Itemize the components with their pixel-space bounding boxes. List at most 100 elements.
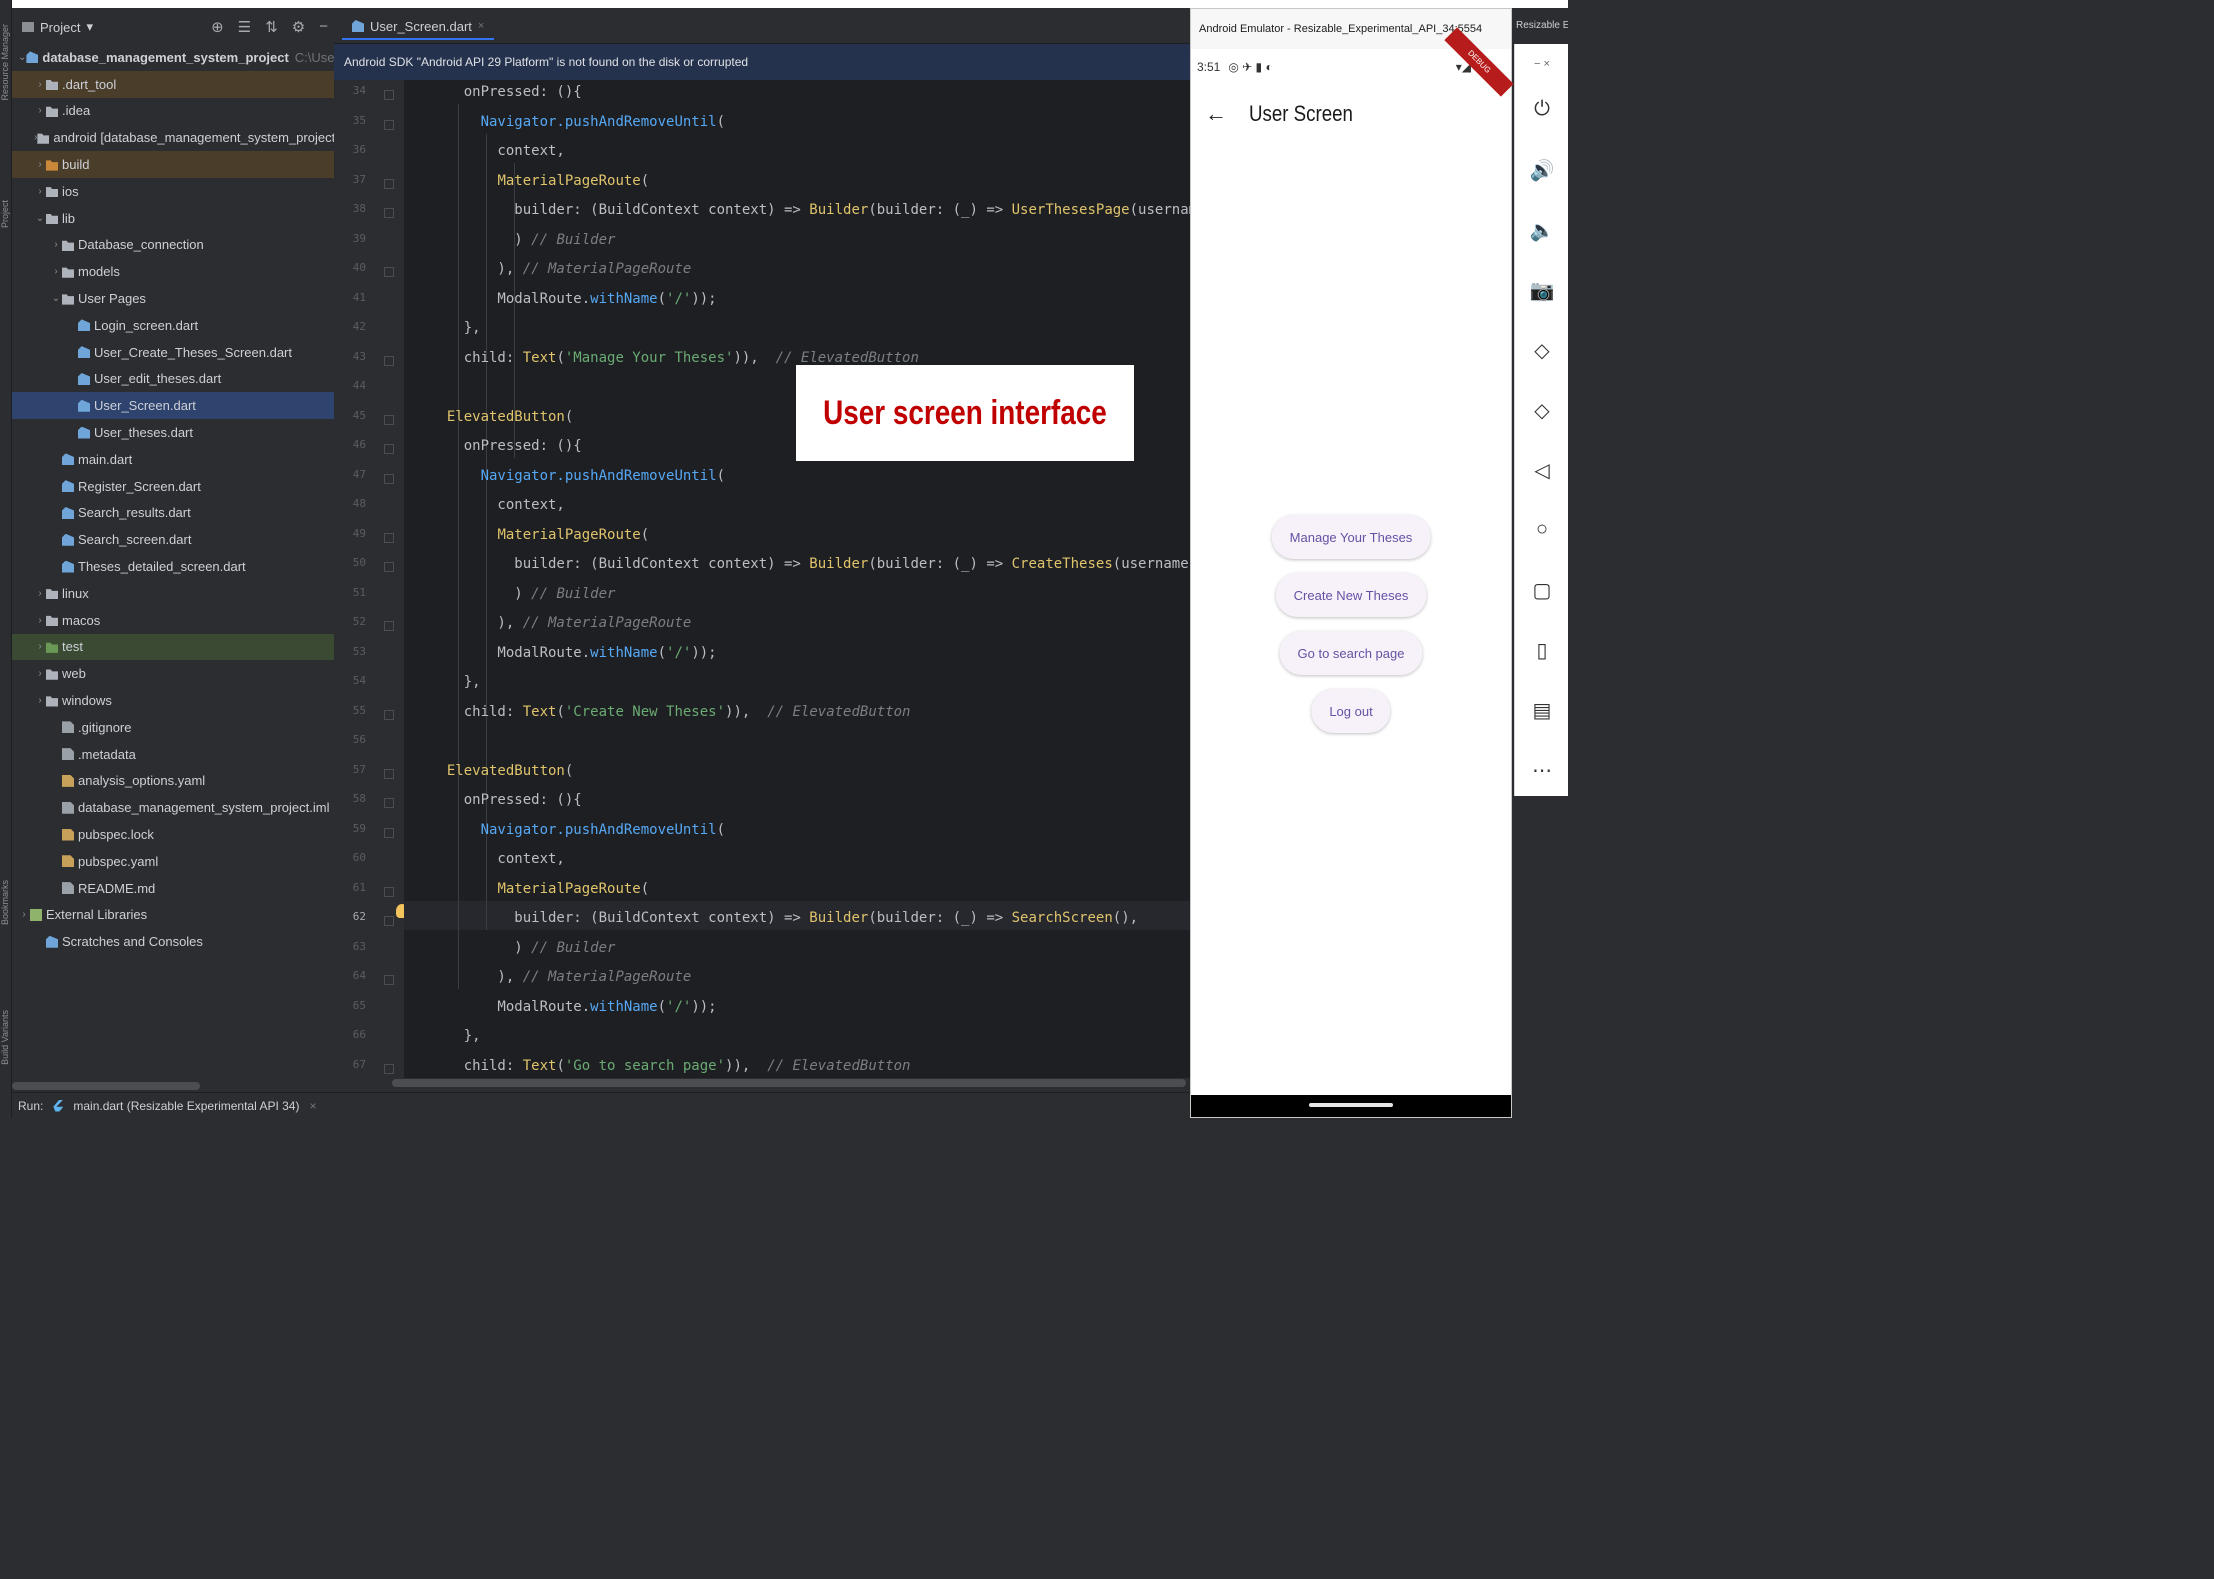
tree-item[interactable]: User_Screen.dart — [12, 392, 334, 420]
locate-file-icon[interactable]: ⊕ — [211, 18, 224, 36]
chevron-right-icon[interactable]: › — [50, 239, 62, 250]
chevron-right-icon[interactable]: › — [34, 159, 46, 170]
fold-marker-icon[interactable] — [384, 414, 394, 425]
tree-item[interactable]: analysis_options.yaml — [12, 768, 334, 795]
create-new-theses-button[interactable]: Create New Theses — [1275, 573, 1427, 617]
collapse-all-icon[interactable]: ⇅ — [265, 18, 278, 36]
tree-item[interactable]: › web — [12, 660, 334, 687]
code-editor[interactable]: onPressed: (){ Navigator.pushAndRemoveUn… — [404, 80, 1190, 1080]
manage-your-theses-button[interactable]: Manage Your Theses — [1271, 515, 1431, 559]
fold-marker-icon[interactable] — [384, 473, 394, 484]
fold-marker-icon[interactable] — [384, 119, 394, 130]
fold-marker-icon[interactable] — [384, 975, 394, 985]
tab-user-screen-dart[interactable]: User_Screen.dart × — [342, 14, 495, 40]
fold-marker-icon[interactable] — [384, 208, 394, 218]
chevron-right-icon[interactable]: › — [50, 266, 62, 277]
tree-item[interactable]: Search_screen.dart — [12, 526, 334, 553]
chevron-down-icon[interactable]: ⌄ — [34, 213, 46, 224]
bookmarks-tool[interactable]: Bookmarks — [0, 880, 12, 925]
run-close-icon[interactable]: × — [309, 1099, 316, 1113]
fold-marker-icon[interactable] — [384, 768, 394, 779]
settings-gear-icon[interactable]: ⚙ — [292, 18, 305, 36]
chevron-right-icon[interactable]: › — [34, 641, 46, 652]
chevron-right-icon[interactable]: › — [18, 909, 30, 920]
more-icon[interactable]: ⋯ — [1515, 758, 1569, 783]
chevron-right-icon[interactable]: › — [34, 79, 46, 90]
tree-item[interactable]: Login_screen.dart — [12, 312, 334, 339]
power-icon[interactable]: ⏻ — [1515, 98, 1569, 121]
go-to-search-page-button[interactable]: Go to search page — [1279, 631, 1423, 675]
tree-item[interactable]: .gitignore — [12, 714, 334, 741]
tree-item[interactable]: database_management_system_project.iml — [12, 794, 334, 821]
resource-manager-tool[interactable]: Resource Manager — [0, 24, 12, 101]
scrollbar-thumb[interactable] — [392, 1079, 1186, 1087]
chevron-right-icon[interactable]: › — [34, 695, 46, 706]
chevron-right-icon[interactable]: › — [34, 132, 37, 143]
tree-item[interactable]: main.dart — [12, 446, 334, 473]
tree-item[interactable]: › android [database_management_system_pro… — [12, 124, 334, 151]
fold-marker-icon[interactable] — [384, 178, 394, 189]
tree-item[interactable]: › ios — [12, 178, 334, 205]
tree-item[interactable]: › test — [12, 633, 334, 661]
chevron-right-icon[interactable]: › — [34, 588, 46, 599]
project-view-label[interactable]: Project — [40, 20, 80, 35]
fold-marker-icon[interactable] — [384, 444, 394, 454]
tree-item[interactable]: User_edit_theses.dart — [12, 366, 334, 393]
back-icon[interactable]: ◁ — [1515, 458, 1569, 483]
chevron-right-icon[interactable]: › — [34, 186, 46, 197]
fold-marker-icon[interactable] — [384, 798, 394, 808]
fold-marker-icon[interactable] — [384, 621, 394, 631]
tree-item[interactable]: › linux — [12, 580, 334, 607]
window-controls[interactable]: − × — [1515, 58, 1569, 70]
tree-item[interactable]: pubspec.yaml — [12, 848, 334, 875]
tree-item[interactable]: Theses_detailed_screen.dart — [12, 553, 334, 580]
tree-item[interactable]: › .dart_tool — [12, 70, 334, 98]
tree-item[interactable]: › models — [12, 258, 334, 285]
rotate-right-icon[interactable]: ◇ — [1515, 398, 1569, 423]
volume-up-icon[interactable]: 🔊 — [1515, 158, 1569, 183]
tree-item[interactable]: ⌄ database_management_system_project C:\Us… — [12, 44, 334, 71]
fold-marker-icon[interactable] — [384, 90, 394, 100]
rotate-left-icon[interactable]: ◇ — [1515, 338, 1569, 363]
hide-panel-icon[interactable]: − — [319, 18, 328, 36]
chevron-right-icon[interactable]: › — [34, 105, 46, 116]
tree-item[interactable]: User_theses.dart — [12, 419, 334, 446]
chevron-down-icon[interactable]: ⌄ — [50, 293, 62, 304]
expand-all-icon[interactable]: ☰ — [238, 18, 251, 36]
chevron-right-icon[interactable]: › — [34, 615, 46, 626]
tree-item[interactable]: › Database_connection — [12, 232, 334, 259]
fold-marker-icon[interactable] — [384, 827, 394, 838]
tree-item[interactable]: › build — [12, 151, 334, 178]
tree-item[interactable]: › macos — [12, 607, 334, 634]
tree-item[interactable]: User_Create_Theses_Screen.dart — [12, 339, 334, 366]
project-horizontal-scrollbar[interactable] — [12, 1082, 200, 1090]
volume-down-icon[interactable]: 🔈 — [1515, 218, 1569, 243]
tree-item[interactable]: Register_Screen.dart — [12, 473, 334, 500]
tree-item[interactable]: pubspec.lock — [12, 821, 334, 848]
log-out-button[interactable]: Log out — [1311, 689, 1391, 733]
fold-marker-icon[interactable] — [384, 709, 394, 720]
fold-marker-icon[interactable] — [384, 562, 394, 572]
fold-marker-icon[interactable] — [384, 916, 394, 926]
device-icon[interactable]: ▯ — [1515, 638, 1569, 663]
tree-item[interactable]: › windows — [12, 687, 334, 714]
fold-icon[interactable]: ▤ — [1515, 698, 1569, 723]
back-arrow-icon[interactable]: ← — [1205, 101, 1227, 127]
fold-marker-icon[interactable] — [384, 886, 394, 897]
tree-item[interactable]: › External Libraries — [12, 902, 334, 929]
project-tool[interactable]: Project — [0, 200, 12, 228]
tab-close-icon[interactable]: × — [478, 20, 484, 32]
tree-item[interactable]: ⌄ User Pages — [12, 285, 334, 312]
tree-item[interactable]: Scratches and Consoles — [12, 928, 334, 955]
tree-item[interactable]: › .idea — [12, 98, 334, 125]
fold-marker-icon[interactable] — [384, 1063, 394, 1074]
fold-marker-icon[interactable] — [384, 532, 394, 543]
fold-marker-icon[interactable] — [384, 267, 394, 277]
chevron-down-icon[interactable]: ⌄ — [18, 52, 26, 63]
run-configuration[interactable]: main.dart (Resizable Experimental API 34… — [73, 1099, 299, 1113]
home-icon[interactable]: ○ — [1515, 518, 1569, 541]
tree-item[interactable]: Search_results.dart — [12, 500, 334, 527]
screenshot-icon[interactable]: 📷 — [1515, 278, 1569, 303]
tree-item[interactable]: README.md — [12, 875, 334, 902]
tree-item[interactable]: ⌄ lib — [12, 205, 334, 232]
